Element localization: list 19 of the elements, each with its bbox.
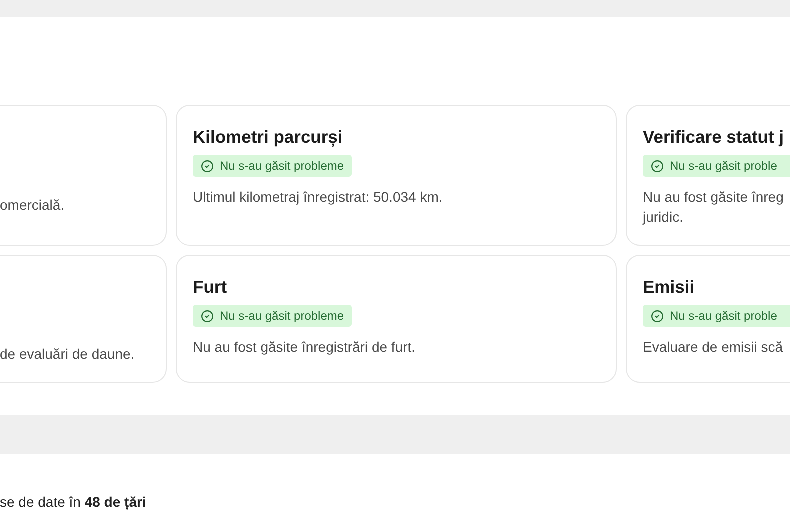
card-description: Nu au fost găsite înreg juridic. bbox=[643, 188, 784, 227]
card-description: de evaluări de daune. bbox=[0, 345, 135, 364]
info-text: se de date în 48 de țări bbox=[0, 494, 146, 510]
card-title: Kilometri parcurși bbox=[193, 126, 343, 148]
card-title: Emisii bbox=[643, 276, 695, 298]
status-badge: Nu s-au găsit proble bbox=[643, 305, 790, 327]
status-badge: Nu s-au găsit probleme bbox=[193, 155, 352, 177]
card-description: Nu au fost găsite înregistrări de furt. bbox=[193, 338, 416, 357]
status-badge: Nu s-au găsit probleme bbox=[193, 305, 352, 327]
check-circle-icon bbox=[651, 160, 664, 172]
card-description: Evaluare de emisii scă bbox=[643, 338, 784, 357]
check-circle-icon bbox=[201, 310, 214, 322]
card-title: Verificare statut j bbox=[643, 126, 784, 148]
card-description: Ultimul kilometraj înregistrat: 50.034 km. bbox=[193, 188, 443, 207]
check-circle-icon bbox=[201, 160, 214, 172]
check-circle-icon bbox=[651, 310, 664, 322]
card-title: Furt bbox=[193, 276, 228, 298]
status-badge: Nu s-au găsit proble bbox=[643, 155, 790, 177]
card-description: omercială. bbox=[0, 196, 65, 215]
